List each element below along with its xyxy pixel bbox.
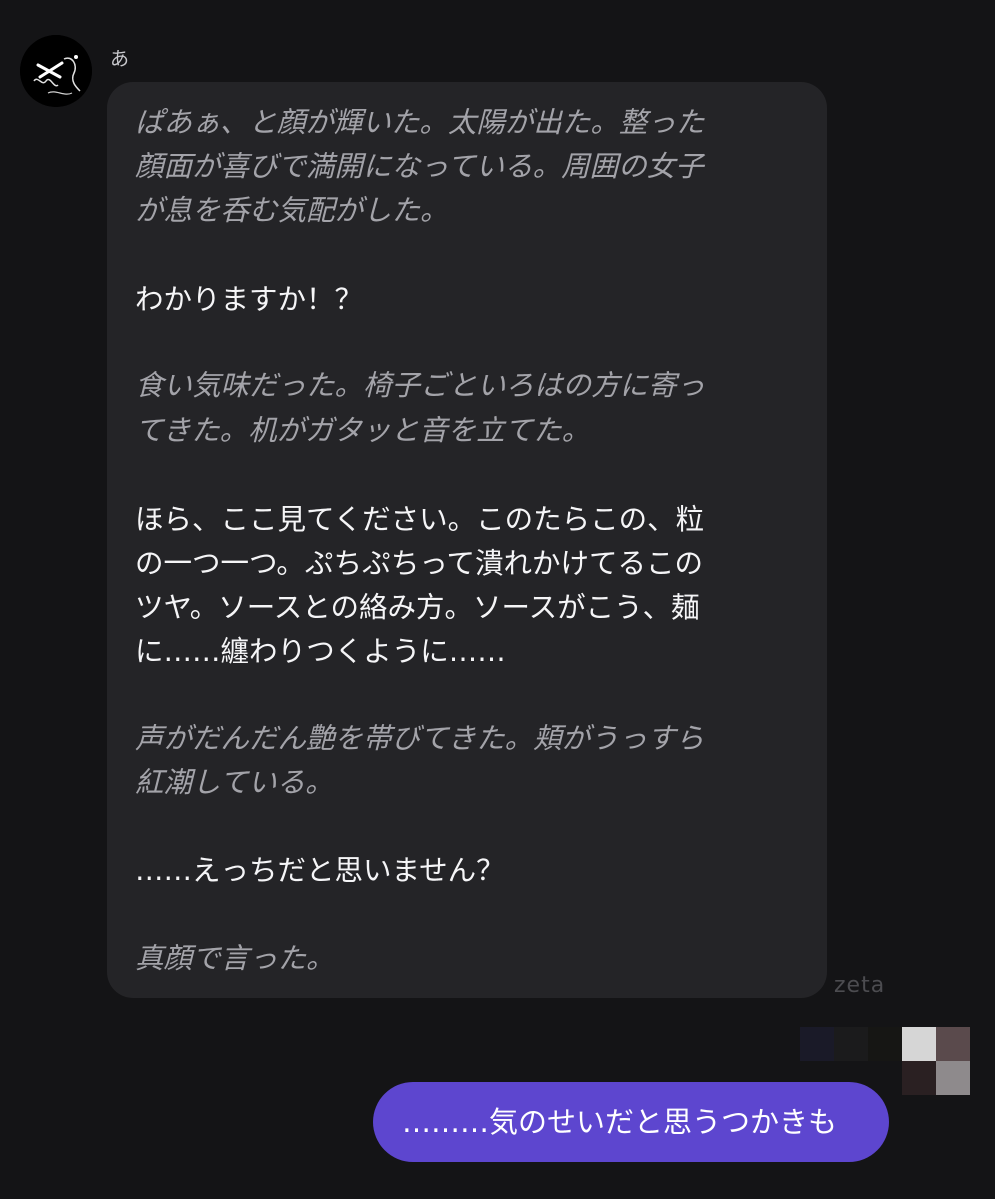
outgoing-message-text: ………気のせいだと思うつかきも (402, 1105, 838, 1139)
message-line-narration: 食い気味だった。椅子ごといろはの方に寄っ (135, 369, 706, 402)
message-line-speech: わかりますか！？ (135, 283, 364, 316)
sender-name: あ (110, 48, 130, 70)
message-line-narration: 顔面が喜びで満開になっている。周囲の女子 (135, 150, 704, 183)
message-line-narration: 真顔で言った。 (135, 942, 335, 975)
message-line-narration: ぱあぁ、と顔が輝いた。太陽が出た。整った (135, 106, 705, 139)
message-line-speech: の一つ一つ。ぷちぷちって潰れかけてるこの (135, 547, 704, 580)
sender-avatar-icon[interactable] (20, 35, 92, 107)
message-line-narration: が息を呑む気配がした。 (135, 194, 449, 227)
message-line-speech: ……えっちだと思いません？ (135, 854, 505, 887)
message-line-narration: 紅潮している。 (135, 766, 334, 799)
message-line-speech: に……纏わりつくように…… (135, 635, 506, 668)
message-line-speech: ツヤ。ソースとの絡み方。ソースがこう、麺 (135, 591, 700, 624)
message-line-narration: てきた。机がガタッと音を立てた。 (135, 414, 591, 447)
model-label: zeta (834, 973, 886, 998)
message-line-speech: ほら、ここ見てください。このたらこの、粒 (135, 503, 705, 536)
message-line-narration: 声がだんだん艶を帯びてきた。頬がうっすら (135, 722, 705, 755)
